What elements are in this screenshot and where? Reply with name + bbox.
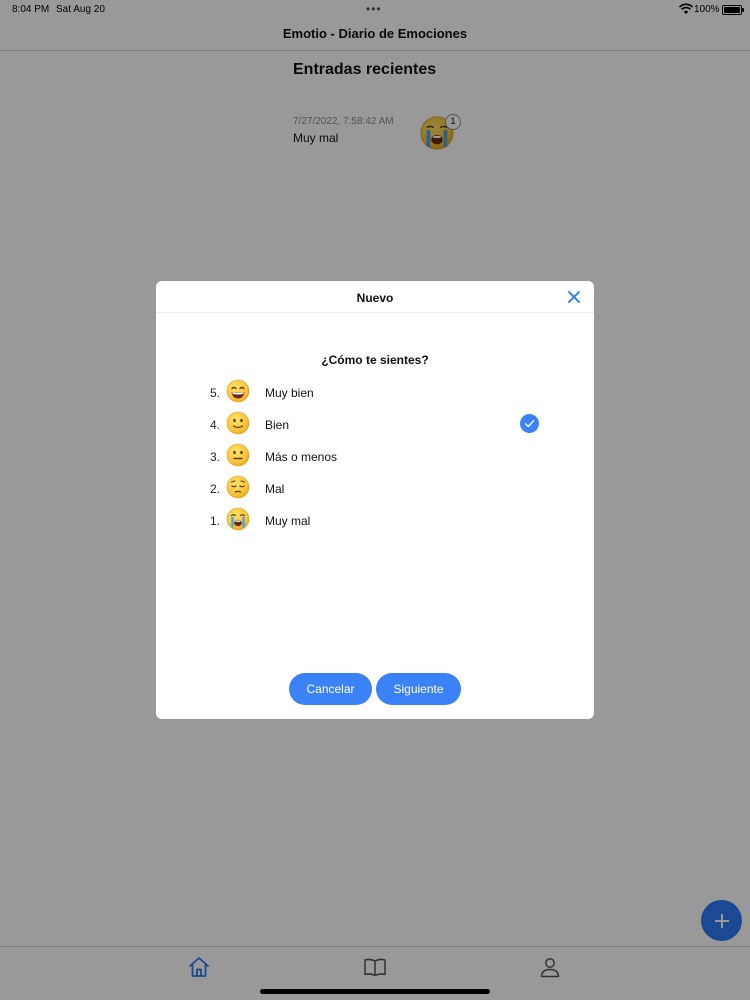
- crying-face-icon: [226, 507, 250, 531]
- mood-option-label: Más o menos: [265, 450, 338, 464]
- mood-option-3[interactable]: 3. Más o menos: [204, 442, 544, 470]
- modal-header: Nuevo: [156, 281, 594, 313]
- mood-option-1[interactable]: 1. Muy mal: [204, 506, 544, 534]
- home-indicator[interactable]: [260, 989, 490, 994]
- modal-title: Nuevo: [356, 291, 394, 305]
- next-button[interactable]: Siguiente: [376, 673, 461, 705]
- mood-question: ¿Cómo te sientes?: [321, 353, 429, 367]
- grinning-face-icon: [226, 379, 250, 403]
- mood-option-5[interactable]: 5. Muy bien: [204, 378, 544, 406]
- mood-option-label: Bien: [265, 418, 290, 432]
- mood-option-number: 3.: [210, 450, 221, 464]
- neutral-face-icon: [226, 443, 250, 467]
- mood-option-4[interactable]: 4. Bien: [204, 410, 544, 438]
- slightly-smiling-face-icon: [226, 411, 250, 435]
- mood-option-number: 4.: [210, 418, 221, 432]
- mood-option-number: 2.: [210, 482, 221, 496]
- pensive-face-icon: [226, 475, 250, 499]
- mood-option-label: Muy bien: [265, 386, 314, 400]
- mood-option-number: 5.: [210, 386, 221, 400]
- mood-option-label: Muy mal: [265, 514, 311, 528]
- close-button[interactable]: [567, 290, 581, 304]
- selected-check-icon: [520, 414, 539, 433]
- new-entry-modal: Nuevo ¿Cómo te sientes? 5. Muy bien 4. B…: [156, 281, 594, 719]
- mood-option-label: Mal: [265, 482, 285, 496]
- cancel-button[interactable]: Cancelar: [289, 673, 372, 705]
- mood-option-number: 1.: [210, 514, 221, 528]
- close-icon: [568, 291, 580, 303]
- mood-option-2[interactable]: 2. Mal: [204, 474, 544, 502]
